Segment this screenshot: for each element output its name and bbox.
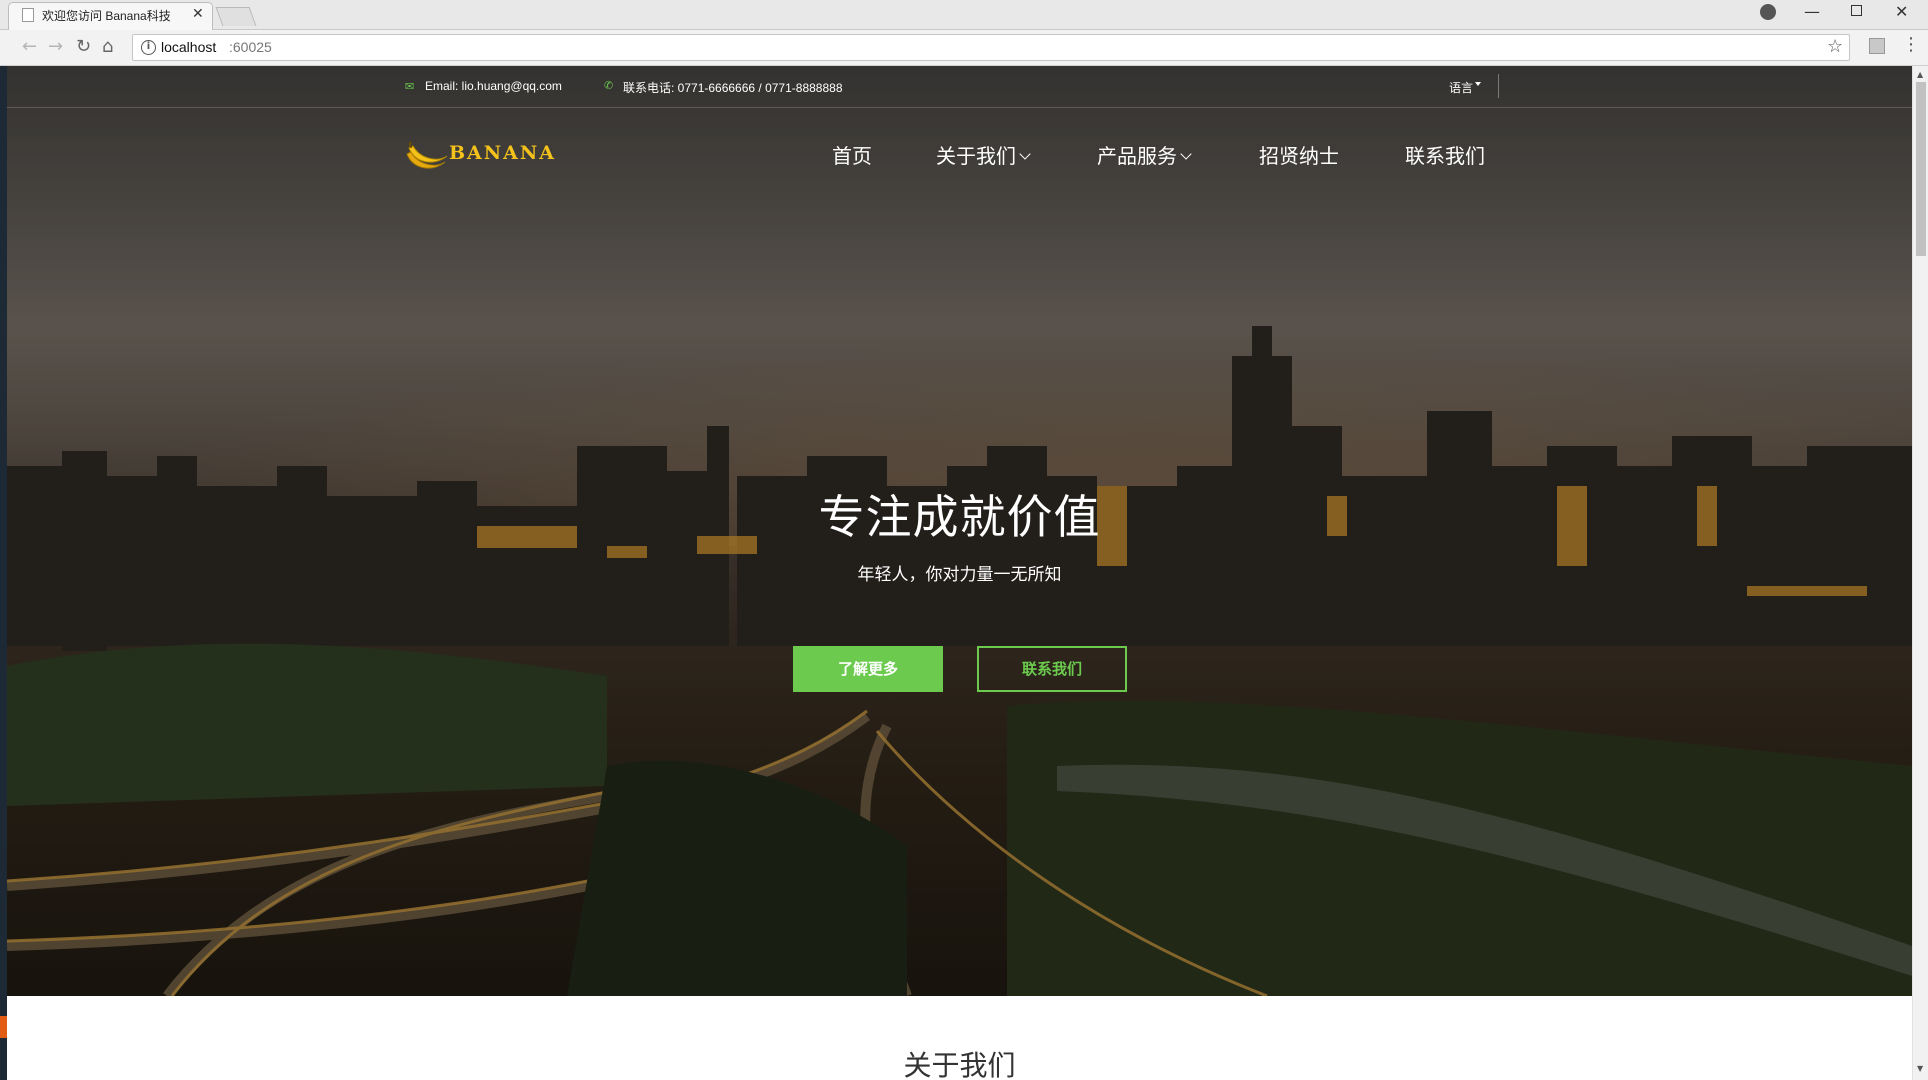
nav-item-home[interactable]: 首页 <box>832 140 872 169</box>
learn-more-button[interactable]: 了解更多 <box>793 646 943 692</box>
scroll-up-arrow-icon[interactable]: ▲ <box>1917 70 1923 79</box>
tab-title: 欢迎您访问 Banana科技 <box>42 9 171 23</box>
reload-icon[interactable]: ↻ <box>76 36 91 57</box>
extension-icon[interactable] <box>1869 38 1885 54</box>
home-icon[interactable]: ⌂ <box>102 36 113 57</box>
restore-icon[interactable] <box>1851 5 1862 16</box>
banana-logo[interactable]: BANANA <box>405 134 555 172</box>
bookmark-star-icon[interactable]: ☆ <box>1827 36 1843 57</box>
chevron-down-icon <box>1019 148 1031 160</box>
nav-item-about[interactable]: 关于我们 <box>936 140 1031 169</box>
hero-banner: ✉ Email: lio.huang@qq.com ✆ 联系电话: 0771-6… <box>7 66 1912 996</box>
phone-icon: ✆ <box>604 79 614 92</box>
hero-subtitle: 年轻人，你对力量一无所知 <box>857 565 1062 585</box>
desktop-edge <box>0 66 7 1080</box>
browser-menu-icon[interactable]: ⋮ <box>1902 34 1920 55</box>
page-favicon-icon <box>22 8 34 22</box>
chevron-down-icon <box>1180 148 1192 160</box>
address-bar[interactable]: i localhost :60025 ☆ <box>132 34 1850 61</box>
back-icon[interactable]: ← <box>22 36 37 57</box>
nav-label: 招贤纳士 <box>1259 144 1339 168</box>
nav-label: 首页 <box>832 144 872 168</box>
url-host: localhost <box>161 39 217 55</box>
logo-wordmark: BANANA <box>449 142 557 164</box>
nav-item-contact[interactable]: 联系我们 <box>1405 140 1485 169</box>
nav-label: 联系我们 <box>1405 144 1485 168</box>
browser-tab-bar: 欢迎您访问 Banana科技 ✕ — ✕ <box>0 0 1928 30</box>
contact-phone: 联系电话: 0771-6666666 / 0771-8888888 <box>623 81 843 95</box>
banana-icon <box>406 141 448 169</box>
page-scrollbar[interactable]: ▲ ▼ <box>1912 66 1928 1080</box>
top-info-bar: ✉ Email: lio.huang@qq.com ✆ 联系电话: 0771-6… <box>7 66 1912 108</box>
language-dropdown[interactable]: 语言 <box>1449 79 1473 96</box>
minimize-icon[interactable]: — <box>1804 2 1820 21</box>
nav-item-jobs[interactable]: 招贤纳士 <box>1259 140 1339 169</box>
nav-label: 关于我们 <box>936 144 1016 168</box>
hero-title: 专注成就价值 <box>818 490 1101 544</box>
url-port: :60025 <box>229 39 272 55</box>
contact-email[interactable]: Email: lio.huang@qq.com <box>425 79 562 93</box>
divider <box>1498 74 1499 98</box>
nav-label: 产品服务 <box>1097 144 1177 168</box>
profile-icon[interactable] <box>1760 4 1776 20</box>
forward-icon[interactable]: → <box>48 36 63 57</box>
browser-toolbar: ← → ↻ ⌂ i localhost :60025 ☆ ⋮ <box>0 30 1928 66</box>
caret-down-icon[interactable] <box>1475 82 1481 86</box>
tab-close-icon[interactable]: ✕ <box>192 6 204 22</box>
info-icon[interactable]: i <box>141 40 156 55</box>
envelope-icon: ✉ <box>405 80 415 93</box>
new-tab-button[interactable] <box>215 7 257 26</box>
desktop-edge-accent <box>0 1016 7 1038</box>
nav-item-products[interactable]: 产品服务 <box>1097 140 1192 169</box>
section-title-about: 关于我们 <box>903 1049 1016 1080</box>
window-close-icon[interactable]: ✕ <box>1895 2 1908 21</box>
scroll-down-arrow-icon[interactable]: ▼ <box>1917 1064 1923 1073</box>
scrollbar-thumb[interactable] <box>1916 82 1926 256</box>
contact-us-button[interactable]: 联系我们 <box>977 646 1127 692</box>
page-viewport: ✉ Email: lio.huang@qq.com ✆ 联系电话: 0771-6… <box>7 66 1912 1080</box>
